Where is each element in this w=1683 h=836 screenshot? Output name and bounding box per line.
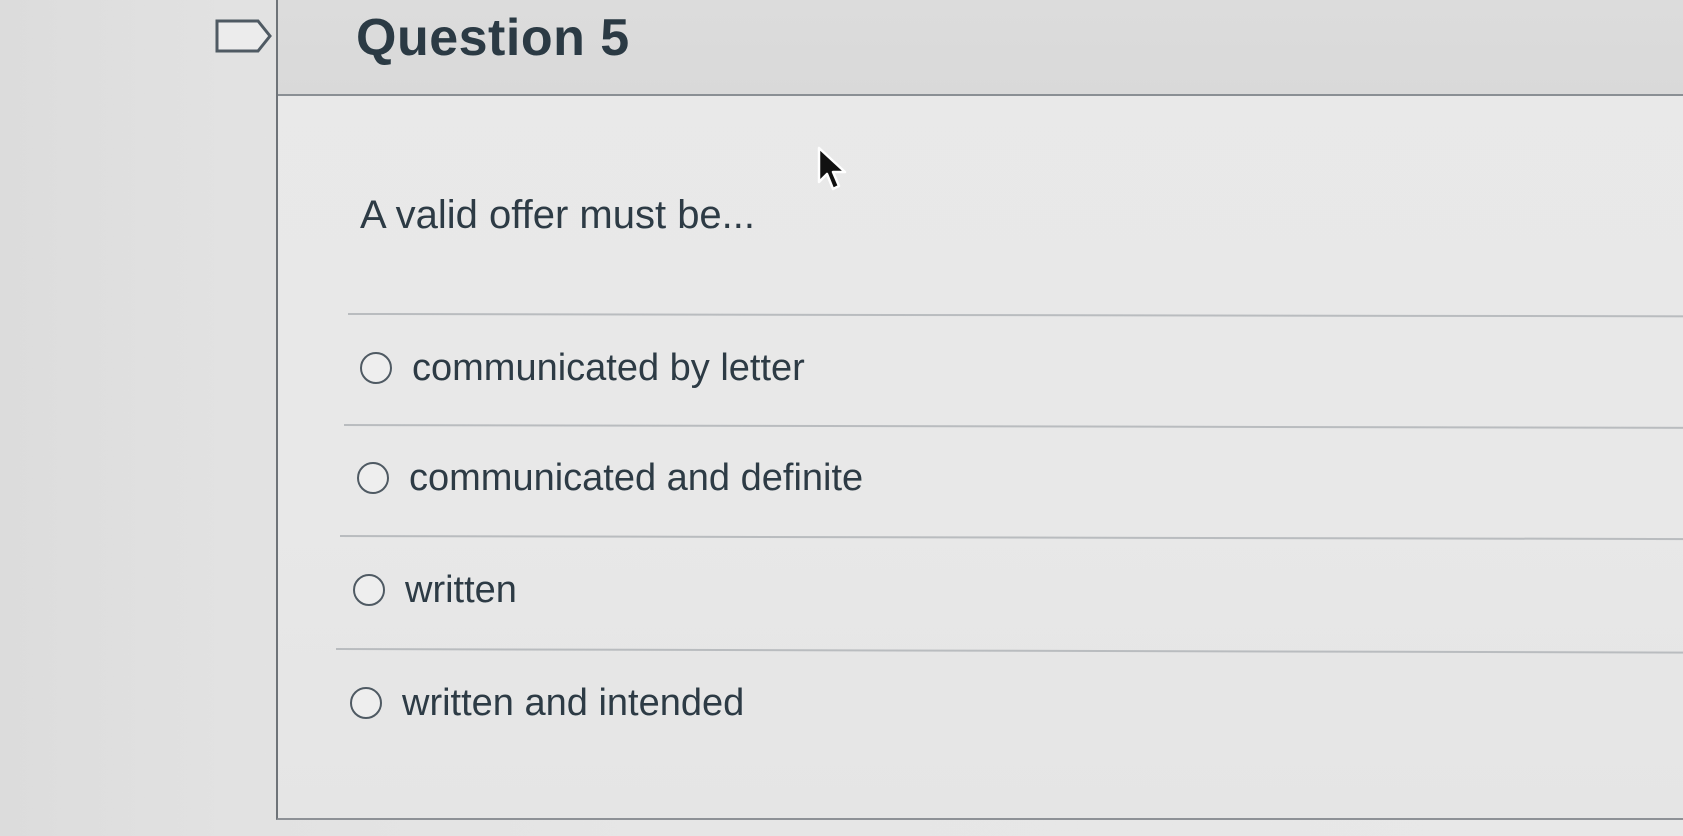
radio-button[interactable] bbox=[357, 462, 389, 494]
answer-divider bbox=[347, 313, 1683, 318]
question-card: Question 5 A valid offer must be... comm… bbox=[276, 0, 1683, 820]
question-text: A valid offer must be... bbox=[360, 193, 756, 237]
radio-button[interactable] bbox=[350, 687, 382, 719]
answer-divider bbox=[339, 535, 1683, 541]
question-title: Question 5 bbox=[356, 9, 630, 67]
answer-option-3[interactable]: written bbox=[353, 560, 517, 620]
flag-question-icon[interactable] bbox=[214, 18, 274, 54]
answer-option-4[interactable]: written and intended bbox=[350, 673, 744, 733]
answer-divider bbox=[343, 424, 1683, 429]
mouse-pointer-icon bbox=[817, 146, 847, 191]
answer-label[interactable]: communicated and definite bbox=[409, 456, 863, 500]
question-header: Question 5 bbox=[278, 0, 1683, 96]
answer-label[interactable]: communicated by letter bbox=[412, 346, 805, 390]
radio-button[interactable] bbox=[360, 352, 392, 384]
answer-divider bbox=[335, 648, 1683, 654]
radio-button[interactable] bbox=[353, 574, 385, 606]
answer-label[interactable]: written bbox=[405, 568, 517, 612]
answer-label[interactable]: written and intended bbox=[402, 681, 744, 725]
answer-option-2[interactable]: communicated and definite bbox=[357, 448, 863, 508]
answer-option-1[interactable]: communicated by letter bbox=[360, 338, 805, 398]
